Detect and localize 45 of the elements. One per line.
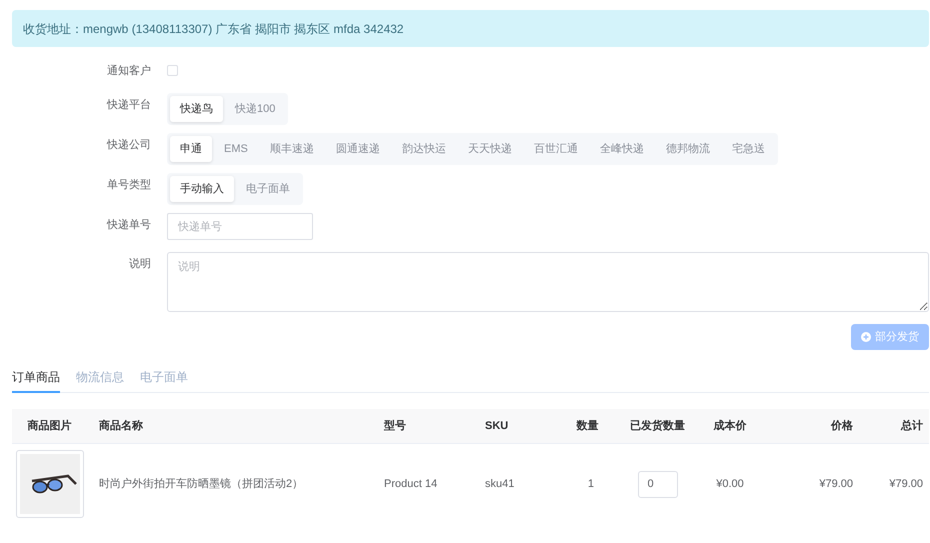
column-header: 价格 <box>831 418 853 434</box>
note-field[interactable]: 说明 <box>167 252 929 312</box>
segment-option[interactable]: 顺丰速递 <box>260 136 324 162</box>
tab[interactable]: 订单商品 <box>12 362 60 393</box>
table-cell-text: sku41 <box>485 476 514 492</box>
segment-option[interactable]: 德邦物流 <box>656 136 720 162</box>
segment-option[interactable]: 百世汇通 <box>524 136 588 162</box>
segment-option[interactable]: 快递鸟 <box>170 96 223 122</box>
table-cell-text: ¥0.00 <box>716 476 744 492</box>
tracking-number-field[interactable]: 快递单号 <box>167 213 313 240</box>
column-header: 总计 <box>901 418 923 434</box>
segment-option[interactable]: 宅急送 <box>722 136 775 162</box>
segment-option[interactable]: 手动输入 <box>170 176 234 202</box>
field-label: 通知客户 <box>106 64 151 79</box>
segment-option[interactable]: 圆通速递 <box>326 136 390 162</box>
checkbox[interactable] <box>167 65 178 76</box>
column-header: 商品图片 <box>28 418 72 434</box>
segment-option[interactable]: 申通 <box>170 136 212 162</box>
table-cell-text: ¥79.00 <box>889 476 923 492</box>
table-cell-text: ¥79.00 <box>819 476 853 492</box>
field-label: 单号类型 <box>106 178 151 193</box>
shipped-quantity-field[interactable]: 0 <box>638 470 678 498</box>
segment-option[interactable]: 天天快递 <box>458 136 522 162</box>
column-header: 成本价 <box>714 418 746 434</box>
table-cell-text: Product 14 <box>384 476 438 492</box>
field-label: 快递单号 <box>106 218 151 233</box>
column-header: 数量 <box>576 418 598 434</box>
segment-option[interactable]: 电子面单 <box>236 176 300 202</box>
segment-option[interactable]: 快递100 <box>225 96 286 122</box>
field-label: 快递公司 <box>106 138 151 153</box>
column-header: 已发货数量 <box>630 418 685 434</box>
address-text: 收货地址：mengwb (13408113307) 广东省 揭阳市 揭东区 mfda 342432 <box>23 20 404 38</box>
plus-circle-icon <box>861 332 871 342</box>
table-cell-text: 时尚户外街拍开车防晒墨镜（拼团活动2） <box>99 476 304 492</box>
segment-option[interactable]: 全峰快递 <box>590 136 654 162</box>
table-cell-text: 1 <box>588 476 594 492</box>
column-header: 型号 <box>384 418 406 434</box>
column-header: 商品名称 <box>99 418 143 434</box>
column-header: SKU <box>485 418 508 434</box>
field-label: 说明 <box>128 257 151 272</box>
tab[interactable]: 物流信息 <box>76 362 124 393</box>
tab[interactable]: 电子面单 <box>140 362 188 393</box>
field-label: 快递平台 <box>106 98 151 113</box>
segment-option[interactable]: 韵达快运 <box>392 136 456 162</box>
segment-option[interactable]: EMS <box>214 136 258 162</box>
